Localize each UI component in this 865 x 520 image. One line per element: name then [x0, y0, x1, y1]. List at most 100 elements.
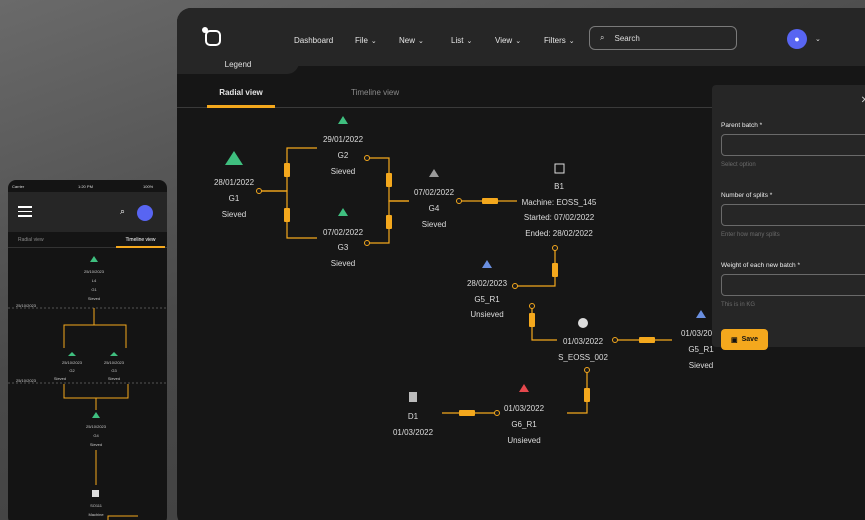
node-g3-status: Sieved	[330, 259, 356, 268]
node-status: Sieved	[107, 376, 121, 381]
splits-hint: Enter how many splits	[721, 232, 780, 238]
batch-icon	[110, 352, 118, 356]
save-icon: ▣	[731, 336, 738, 344]
batch-icon	[482, 260, 492, 268]
node-b1-name: B1	[554, 182, 564, 191]
batch-icon	[92, 412, 100, 418]
edge-marker	[284, 208, 290, 222]
node-port[interactable]	[584, 367, 590, 373]
edge-marker	[639, 337, 655, 343]
node-g2-name: G2	[337, 151, 349, 160]
edge-marker	[386, 215, 392, 229]
close-icon[interactable]: ✕	[861, 95, 865, 106]
node-date: 25/10/2023	[61, 360, 83, 365]
batch-icon	[338, 116, 348, 124]
desktop-app: Dashboard File ⌄ New ⌄ List ⌄ View ⌄ Filters…	[177, 8, 865, 520]
node-s-eoss-date: 01/03/2022	[562, 337, 604, 346]
node-name: G1	[91, 287, 97, 292]
edge-marker	[459, 410, 475, 416]
edge-marker	[284, 163, 290, 177]
node-status: Sieved	[87, 296, 101, 301]
node-g4-status: Sieved	[421, 220, 447, 229]
node-date: 25/10/2023	[103, 360, 125, 365]
edge-marker	[482, 198, 498, 204]
node-b1-machine: Machine: EOSS_145	[521, 198, 597, 207]
mobile-graph	[8, 256, 167, 520]
weight-hint: This is in KG	[721, 302, 756, 308]
node-status: Sieved	[89, 442, 103, 447]
parent-batch-hint: Select option	[721, 162, 756, 168]
node-g6r1-name: G6_R1	[511, 420, 537, 429]
batch-icon	[90, 256, 98, 262]
connector	[515, 248, 556, 287]
node-g5r1-name: G5_R1	[474, 295, 500, 304]
node-g5r1-date: 28/02/2023	[466, 279, 508, 288]
node-g3-date: 07/02/2022	[322, 228, 364, 237]
machine-name: SO111	[90, 503, 102, 508]
node-port[interactable]	[552, 245, 558, 251]
node-g4-name: G4	[428, 204, 440, 213]
splits-label: Number of splits *	[721, 192, 773, 199]
node-port[interactable]	[364, 240, 370, 246]
batch-icon	[429, 169, 439, 177]
weight-label: Weight of each new batch *	[721, 262, 801, 269]
connector	[63, 324, 127, 348]
machine-icon	[92, 490, 99, 497]
batch-icon	[519, 384, 529, 392]
node-port[interactable]	[256, 188, 262, 194]
node-g2-status: Sieved	[330, 167, 356, 176]
batch-icon	[338, 208, 348, 216]
node-port[interactable]	[494, 410, 500, 416]
node-g1-status: Sieved	[221, 210, 247, 219]
parent-batch-label: Parent batch *	[721, 122, 763, 129]
node-name: G3	[111, 368, 117, 373]
node-d1-date: 01/03/2022	[392, 428, 434, 437]
node-g3-name: G3	[337, 243, 349, 252]
connector	[531, 306, 557, 341]
node-port[interactable]	[512, 283, 518, 289]
weight-input[interactable]	[721, 274, 865, 296]
edge-marker	[552, 263, 558, 277]
edge-marker	[529, 313, 535, 327]
save-label: Save	[741, 336, 758, 343]
disposal-icon	[409, 392, 417, 402]
batch-icon	[225, 151, 243, 165]
node-s-eoss-name: S_EOSS_002	[558, 353, 608, 362]
machine-label: Machine	[88, 512, 104, 517]
node-g4-date: 07/02/2022	[413, 188, 455, 197]
node-port[interactable]	[612, 337, 618, 343]
node-d1-name: D1	[407, 412, 419, 421]
node-port[interactable]	[529, 303, 535, 309]
machine-icon	[554, 163, 565, 174]
node-g6r1-date: 01/03/2022	[503, 404, 545, 413]
node-b1-ended: Ended: 28/02/2022	[525, 229, 593, 238]
node-name: G4	[93, 433, 99, 438]
batch-icon	[68, 352, 76, 356]
node-g1-date: 28/01/2022	[213, 178, 255, 187]
connector	[63, 384, 129, 399]
timeline-date: 25/10/2023	[15, 303, 37, 308]
node-name: L4	[91, 278, 97, 283]
node-name: G2	[69, 368, 75, 373]
node-b1-started: Started: 07/02/2022	[523, 213, 595, 222]
node-status: Sieved	[53, 376, 67, 381]
batch-icon	[696, 310, 706, 318]
splits-input[interactable]	[721, 204, 865, 226]
node-date: 25/10/2023	[85, 424, 107, 429]
sieve-icon	[578, 318, 588, 328]
node-port[interactable]	[364, 155, 370, 161]
node-g1-name: G1	[228, 194, 240, 203]
parent-batch-select[interactable]: ⌄	[721, 134, 865, 156]
node-g5r1b-name: G5_R1	[688, 345, 714, 354]
edge-marker	[584, 388, 590, 402]
node-g5r1b-status: Sieved	[688, 361, 714, 370]
node-g5r1-status: Unsieved	[470, 310, 504, 319]
node-g2-date: 29/01/2022	[322, 135, 364, 144]
split-batch-panel: ✕ Parent batch * ⌄ Select option Number …	[712, 85, 865, 350]
node-date: 25/10/2023	[83, 269, 105, 274]
save-button[interactable]: ▣ Save	[721, 329, 768, 350]
timeline-date: 25/10/2023	[15, 378, 37, 383]
mobile-preview: Carrier 1:20 PM 100% ⌕ Radial view Timel…	[8, 180, 167, 520]
connector	[107, 515, 138, 520]
node-port[interactable]	[456, 198, 462, 204]
